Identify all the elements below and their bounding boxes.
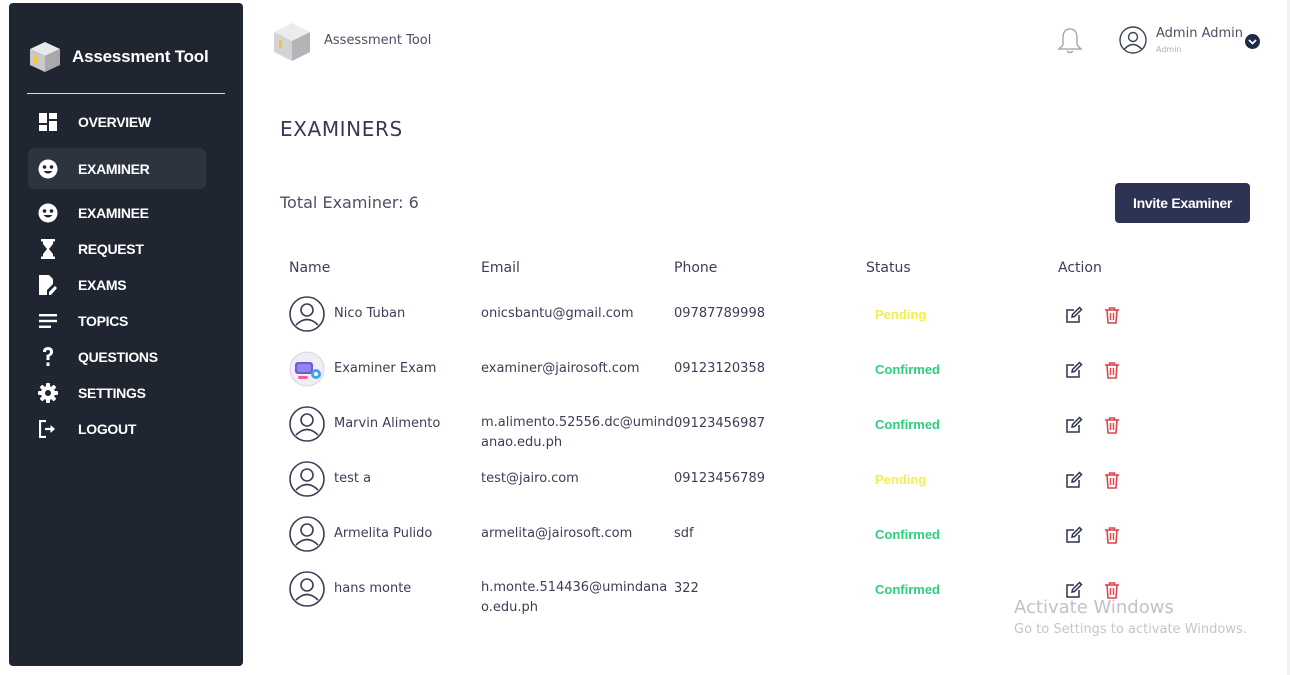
total-examiner-count: Total Examiner: 6 (280, 193, 419, 212)
table-row: Nico Tuban onicsbantu@gmail.com 0978778999… (280, 287, 1260, 342)
sidebar-item-label: LOGOUT (78, 421, 137, 437)
examiner-phone: sdf (674, 526, 694, 541)
user-role: Admin (1156, 45, 1182, 54)
examiner-name: test a (334, 471, 372, 486)
logout-icon (38, 419, 58, 439)
brand-title: Assessment Tool (72, 47, 209, 66)
dashboard-icon (38, 112, 58, 132)
sidebar-item-examinee[interactable]: EXAMINEE (28, 195, 206, 231)
sidebar-divider (27, 93, 225, 94)
sidebar-item-logout[interactable]: LOGOUT (28, 411, 206, 447)
invite-examiner-button[interactable]: Invite Examiner (1115, 183, 1250, 223)
page-title: EXAMINERS (280, 117, 403, 141)
sidebar-item-label: SETTINGS (78, 385, 146, 401)
edit-icon[interactable] (1065, 526, 1083, 544)
status-badge: Pending (875, 307, 927, 322)
status-badge: Confirmed (875, 582, 940, 597)
trash-icon[interactable] (1104, 471, 1120, 489)
column-header-status: Status (866, 260, 911, 276)
examiner-phone: 09123456789 (674, 471, 765, 486)
examiner-email: armelita@jairosoft.com (481, 526, 633, 541)
column-header-name: Name (289, 260, 331, 276)
examiner-phone: 09787789998 (674, 306, 765, 321)
examiner-name: hans monte (334, 581, 412, 596)
sidebar-item-label: EXAMINEE (78, 205, 149, 221)
avatar (289, 461, 325, 497)
smiley-icon (38, 159, 58, 179)
sidebar-item-label: TOPICS (78, 313, 129, 329)
user-avatar-icon[interactable] (1119, 26, 1147, 54)
edit-icon[interactable] (1065, 416, 1083, 434)
sidebar-item-label: EXAMS (78, 277, 127, 293)
examiner-email: onicsbantu@gmail.com (481, 306, 634, 321)
sidebar-item-examiner[interactable]: EXAMINER (28, 148, 206, 189)
question-mark-icon (38, 347, 58, 367)
trash-icon[interactable] (1104, 306, 1120, 324)
avatar (289, 571, 325, 607)
column-header-email: Email (481, 260, 520, 276)
table-row: test a test@jairo.com 09123456789 Pending (280, 452, 1260, 507)
box-logo-icon (30, 42, 60, 72)
status-badge: Pending (875, 472, 927, 487)
examiner-phone: 09123120358 (674, 361, 765, 376)
box-logo-icon (274, 23, 310, 61)
examiner-name: Marvin Alimento (334, 416, 441, 431)
sidebar-item-questions[interactable]: QUESTIONS (28, 339, 206, 375)
sidebar-item-label: OVERVIEW (78, 114, 151, 130)
sidebar-item-settings[interactable]: SETTINGS (28, 375, 206, 411)
examiner-email: test@jairo.com (481, 471, 579, 486)
sidebar-item-topics[interactable]: TOPICS (28, 303, 206, 339)
sidebar-item-label: REQUEST (78, 241, 144, 257)
table-row: Armelita Pulido armelita@jairosoft.com sdf… (280, 507, 1260, 562)
status-badge: Confirmed (875, 362, 940, 377)
edit-icon[interactable] (1065, 471, 1083, 489)
trash-icon[interactable] (1104, 526, 1120, 544)
examiner-email: m.alimento.52556.dc@umindanao.edu.ph (481, 415, 674, 450)
sidebar-item-label: QUESTIONS (78, 349, 158, 365)
windows-watermark-title: Activate Windows (1014, 597, 1174, 618)
bell-icon[interactable] (1057, 27, 1083, 55)
examiner-name: Examiner Exam (334, 361, 437, 376)
edit-document-icon (38, 275, 58, 295)
sidebar-item-request[interactable]: REQUEST (28, 231, 206, 267)
status-badge: Confirmed (875, 417, 940, 432)
user-name[interactable]: Admin Admin (1156, 26, 1243, 41)
table-row: Marvin Alimento m.alimento.52556.dc@umind… (280, 397, 1260, 452)
windows-watermark-subtitle: Go to Settings to activate Windows. (1014, 622, 1247, 637)
examiner-name: Armelita Pulido (334, 526, 433, 541)
sidebar-item-overview[interactable]: OVERVIEW (28, 104, 206, 140)
app-title: Assessment Tool (324, 33, 432, 48)
lines-icon (38, 311, 58, 331)
trash-icon[interactable] (1104, 361, 1120, 379)
examiner-email: h.monte.514436@umindanao.edu.ph (481, 580, 668, 615)
smiley-icon (38, 203, 58, 223)
gear-icon (38, 383, 58, 403)
chevron-down-icon[interactable] (1245, 34, 1260, 49)
column-header-phone: Phone (674, 260, 718, 276)
avatar (289, 406, 325, 442)
sidebar-item-exams[interactable]: EXAMS (28, 267, 206, 303)
avatar (289, 296, 325, 332)
examiner-phone: 322 (674, 581, 699, 596)
avatar (289, 516, 325, 552)
avatar (289, 351, 325, 387)
edit-icon[interactable] (1065, 306, 1083, 324)
column-header-action: Action (1058, 260, 1102, 276)
sidebar-item-label: EXAMINER (78, 160, 150, 177)
hourglass-icon (38, 239, 58, 259)
examiner-email: examiner@jairosoft.com (481, 361, 640, 376)
examiner-phone: 09123456987 (674, 416, 765, 431)
trash-icon[interactable] (1104, 416, 1120, 434)
status-badge: Confirmed (875, 527, 940, 542)
examiner-name: Nico Tuban (334, 306, 406, 321)
table-row: Examiner Exam examiner@jairosoft.com 09123… (280, 342, 1260, 397)
edit-icon[interactable] (1065, 361, 1083, 379)
brand[interactable]: Assessment Tool (27, 39, 209, 75)
